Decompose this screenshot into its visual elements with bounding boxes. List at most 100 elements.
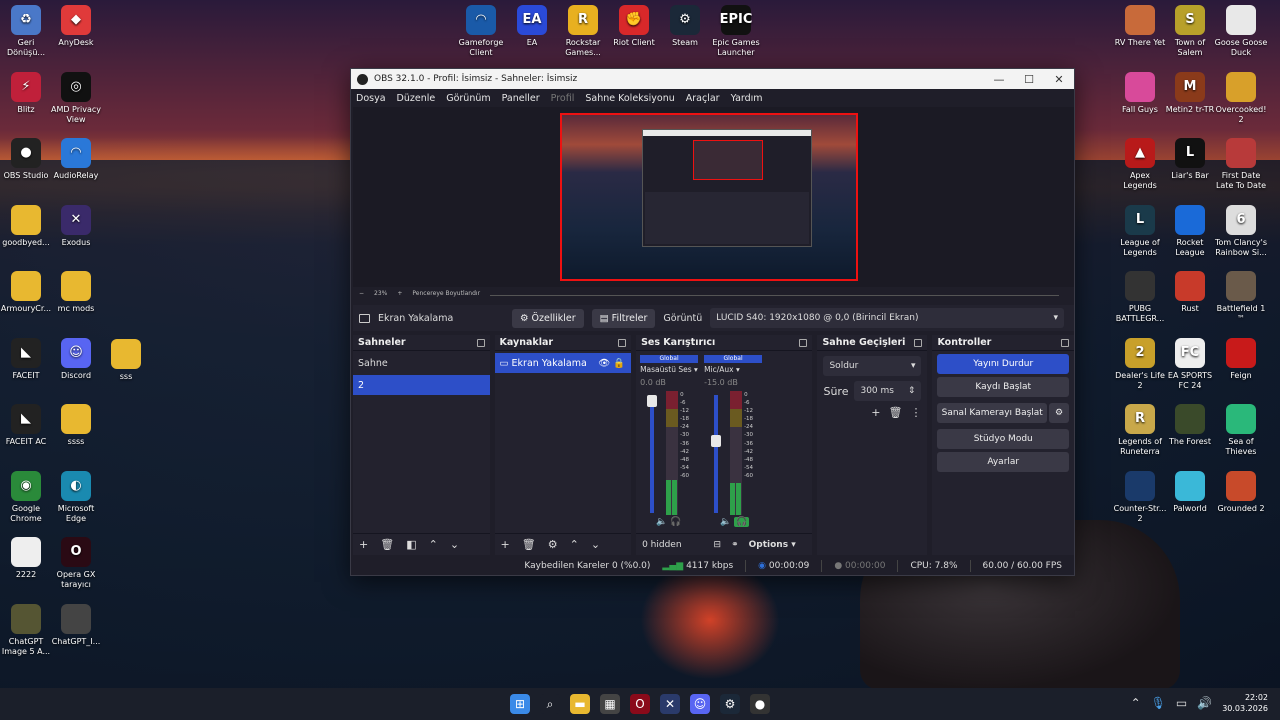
layout-icon[interactable]: ⊟ (714, 540, 722, 550)
desktop-shortcut[interactable]: ⚙ Steam (657, 5, 713, 48)
desktop-shortcut[interactable]: 2 Dealer's Life 2 (1112, 337, 1168, 391)
desktop-shortcut[interactable]: First Date Late To Date (1213, 138, 1269, 191)
speaker-icon[interactable]: 🔈 (656, 517, 667, 527)
desktop-shortcut[interactable]: Feign (1213, 337, 1269, 381)
desktop-shortcut[interactable]: 2222 (0, 537, 54, 580)
scene-filter-icon[interactable]: ◧ (406, 538, 416, 551)
scene-item[interactable]: 2 (353, 375, 490, 395)
desktop-shortcut[interactable]: Counter-Str... 2 (1112, 470, 1168, 524)
start-recording-button[interactable]: Kaydı Başlat (937, 377, 1069, 397)
desktop-shortcut[interactable]: ◣ FACEIT (0, 337, 54, 381)
trash-icon[interactable]: 🗑 (522, 538, 536, 551)
close-button[interactable]: ✕ (1044, 73, 1074, 86)
fader-knob[interactable] (647, 395, 658, 407)
desktop-shortcut[interactable]: 6 Tom Clancy's Rainbow Si... (1213, 204, 1269, 258)
monitor-icon[interactable]: ▭ (1176, 696, 1187, 710)
desktop-shortcut[interactable]: ⚡ Blitz (0, 71, 54, 115)
start-virtual-camera-button[interactable]: Sanal Kamerayı Başlat (937, 403, 1047, 423)
volume-fader[interactable] (650, 395, 655, 513)
desktop-shortcut[interactable]: Rocket League (1162, 204, 1218, 258)
preview-canvas[interactable] (560, 113, 858, 281)
preview-area[interactable] (353, 107, 1074, 287)
add-icon[interactable]: + (871, 406, 880, 419)
channel-name-select[interactable]: Mic/Aux ▾ (704, 365, 762, 374)
calculator-icon[interactable]: ▦ (600, 694, 620, 714)
channel-name-select[interactable]: Masaüstü Ses ▾ (640, 365, 698, 374)
desktop-shortcut[interactable]: ◠ Gameforge Client (453, 5, 509, 58)
desktop-shortcut[interactable]: ◆ AnyDesk (48, 5, 104, 48)
desktop-shortcut[interactable]: S Town of Salem (1162, 5, 1218, 58)
menu-edit[interactable]: Düzenle (397, 93, 436, 104)
fader-knob[interactable] (711, 435, 722, 447)
menu-help[interactable]: Yardım (731, 93, 763, 104)
options-button[interactable]: Options ▾ (749, 540, 796, 550)
arrow-down-icon[interactable]: ⌄ (591, 538, 600, 551)
undock-icon[interactable] (914, 338, 923, 347)
scene-item[interactable]: Sahne (353, 353, 490, 373)
arrow-up-icon[interactable]: ⌃ (429, 538, 438, 551)
exodus-app-icon[interactable]: ✕ (660, 694, 680, 714)
desktop-shortcut[interactable]: ssss (48, 404, 104, 447)
menu-profile[interactable]: Profil (551, 93, 575, 104)
desktop-shortcut[interactable]: Rust (1162, 271, 1218, 314)
studio-mode-button[interactable]: Stüdyo Modu (937, 429, 1069, 449)
desktop-shortcut[interactable]: M Metin2 tr-TR (1162, 71, 1218, 115)
volume-fader[interactable] (714, 395, 719, 513)
desktop-shortcut[interactable]: The Forest (1162, 404, 1218, 447)
desktop-shortcut[interactable]: ✊ Riot Client (606, 5, 662, 48)
maximize-button[interactable]: ☐ (1014, 73, 1044, 86)
windows-start-icon[interactable]: ⊞ (510, 694, 530, 714)
filters-button[interactable]: ▤ Filtreler (591, 308, 656, 328)
properties-button[interactable]: ⚙ Özellikler (512, 308, 584, 328)
undock-icon[interactable] (1060, 338, 1069, 347)
title-bar[interactable]: OBS 32.1.0 - Profil: İsimsiz - Sahneler:… (351, 69, 1074, 89)
menu-docks[interactable]: Paneller (502, 93, 540, 104)
add-icon[interactable]: + (501, 538, 510, 551)
desktop-shortcut[interactable]: EPIC Epic Games Launcher (708, 5, 764, 58)
link-icon[interactable]: ⚭ (731, 540, 739, 550)
zoom-fit-button[interactable]: Pencereye Boyutlandır (412, 290, 480, 300)
trash-icon[interactable]: 🗑 (889, 406, 903, 419)
menu-scene-collection[interactable]: Sahne Koleksiyonu (585, 93, 674, 104)
gear-icon[interactable]: ⚙ (1048, 403, 1069, 423)
microphone-icon[interactable]: 🎙 (1151, 696, 1166, 710)
undock-icon[interactable] (618, 338, 627, 347)
search-icon[interactable]: ⌕ (540, 694, 560, 714)
menu-view[interactable]: Görünüm (446, 93, 490, 104)
desktop-shortcut[interactable]: sss (98, 339, 154, 382)
undock-icon[interactable] (799, 338, 808, 347)
desktop-shortcut[interactable]: ◎ AMD Privacy View (48, 71, 104, 125)
desktop-shortcut[interactable]: ● OBS Studio (0, 138, 54, 181)
chevron-up-icon[interactable]: ⌃ (1131, 696, 1141, 710)
steam-app-icon[interactable]: ⚙ (720, 694, 740, 714)
desktop-shortcut[interactable]: PUBG BATTLEGR... (1112, 271, 1168, 324)
obs-app-icon[interactable]: ● (750, 694, 770, 714)
transition-select[interactable]: Soldur ▾ (823, 356, 922, 376)
headphones-icon[interactable]: 🎧 (670, 517, 681, 527)
desktop-shortcut[interactable]: ♻ Geri Dönüşü... (0, 5, 54, 58)
desktop-shortcut[interactable]: L Liar's Bar (1162, 138, 1218, 181)
display-select[interactable]: LUCID S40: 1920x1080 @ 0,0 (Birincil Ekr… (710, 308, 1064, 328)
add-icon[interactable]: + (359, 538, 368, 551)
source-item[interactable]: ▭ Ekran Yakalama 👁 🔒 (494, 353, 632, 373)
clock[interactable]: 22:02 30.03.2026 (1222, 692, 1268, 714)
desktop-shortcut[interactable]: ChatGPT_I... (48, 603, 104, 647)
desktop-shortcut[interactable]: FC EA SPORTS FC 24 (1162, 337, 1218, 391)
desktop-shortcut[interactable]: ✕ Exodus (48, 204, 104, 248)
desktop-shortcut[interactable]: L League of Legends (1112, 204, 1168, 258)
minimize-button[interactable]: — (984, 73, 1014, 86)
desktop-shortcut[interactable]: ◐ Microsoft Edge (48, 470, 104, 524)
stop-streaming-button[interactable]: Yayını Durdur (937, 354, 1069, 374)
speaker-icon[interactable]: 🔈 (720, 517, 731, 527)
desktop-shortcut[interactable]: R Rockstar Games... (555, 5, 611, 58)
arrow-up-icon[interactable]: ⌃ (570, 538, 579, 551)
opera-gx-icon[interactable]: O (630, 694, 650, 714)
more-icon[interactable]: ⋮ (910, 406, 921, 419)
desktop-shortcut[interactable]: ChatGPT Image 5 A... (0, 603, 54, 657)
zoom-in-button[interactable]: + (397, 290, 402, 300)
desktop-shortcut[interactable]: Grounded 2 (1213, 470, 1269, 514)
undock-icon[interactable] (476, 338, 485, 347)
desktop-shortcut[interactable]: O Opera GX tarayıcı (48, 537, 104, 590)
obs-window[interactable]: OBS 32.1.0 - Profil: İsimsiz - Sahneler:… (350, 68, 1075, 576)
gear-icon[interactable]: ⚙ (548, 538, 558, 551)
